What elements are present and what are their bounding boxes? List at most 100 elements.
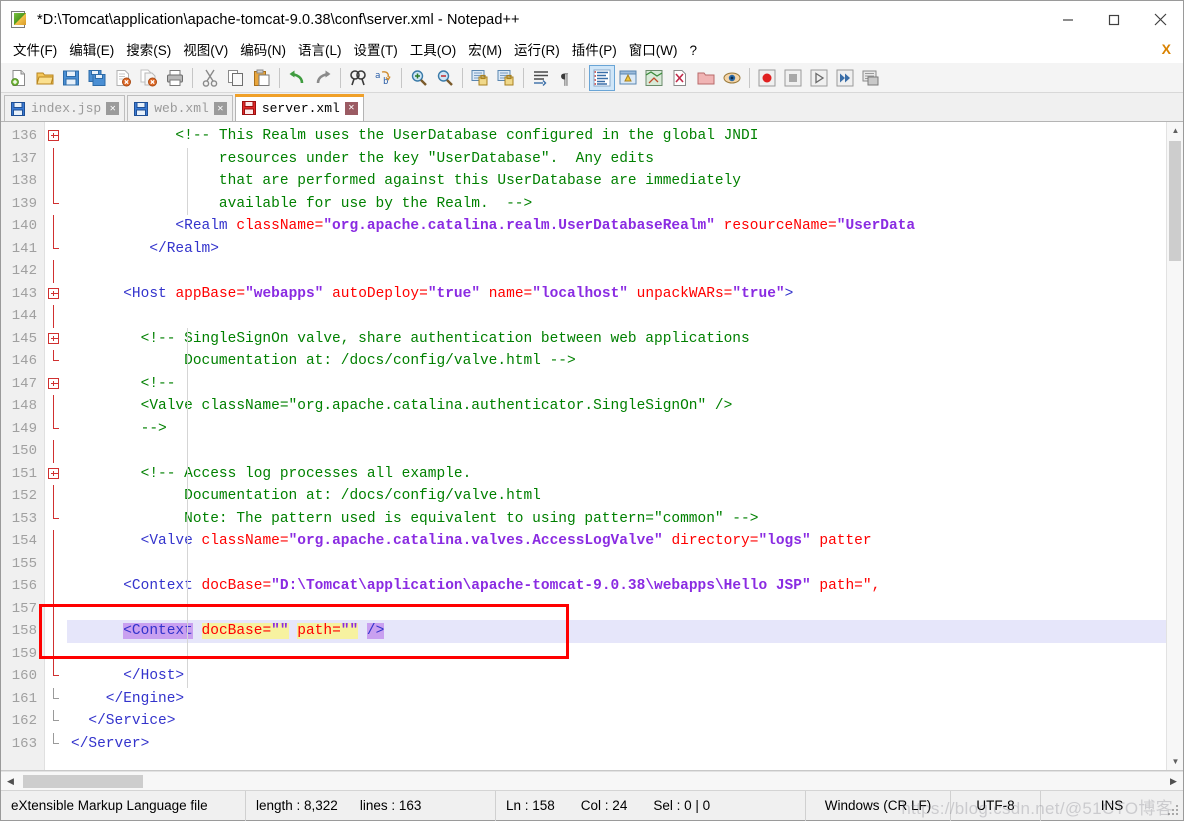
tab-web-xml[interactable]: web.xml ✕	[127, 95, 233, 121]
code-line[interactable]: </Engine>	[67, 688, 1183, 711]
playback-macro-icon[interactable]	[806, 65, 832, 91]
maximize-icon[interactable]	[1091, 1, 1137, 38]
record-macro-icon[interactable]	[754, 65, 780, 91]
menu-macro[interactable]: 宏(M)	[462, 40, 508, 61]
code-line-current[interactable]: <Context docBase="" path="" />	[67, 620, 1183, 643]
code-line[interactable]: <Context docBase="D:\Tomcat\application\…	[67, 575, 1183, 598]
zoom-out-icon[interactable]	[432, 65, 458, 91]
code-line[interactable]: <!-- Access log processes all example.	[67, 462, 1183, 485]
code-line[interactable]: available for use by the Realm. -->	[67, 192, 1183, 215]
fold-marker[interactable]	[45, 283, 67, 306]
close-document-button[interactable]: X	[1162, 41, 1171, 57]
fold-marker[interactable]	[45, 328, 67, 351]
close-file-icon[interactable]	[110, 65, 136, 91]
menu-view[interactable]: 视图(V)	[177, 40, 234, 61]
scroll-up-icon[interactable]: ▲	[1167, 122, 1183, 139]
code-line[interactable]: <Host appBase="webapps" autoDeploy="true…	[67, 283, 1183, 306]
close-tab-icon[interactable]: ✕	[106, 102, 120, 115]
code-line[interactable]: <Realm className="org.apache.catalina.re…	[67, 215, 1183, 238]
code-line[interactable]: <!-- SingleSignOn valve, share authentic…	[67, 327, 1183, 350]
menu-window[interactable]: 窗口(W)	[623, 40, 684, 61]
menu-search[interactable]: 搜索(S)	[120, 40, 177, 61]
horizontal-scroll-thumb[interactable]	[23, 774, 143, 788]
status-insert-mode[interactable]: INS	[1041, 791, 1183, 821]
code-line[interactable]	[67, 642, 1183, 665]
code-line[interactable]	[67, 305, 1183, 328]
cut-icon[interactable]	[197, 65, 223, 91]
new-file-icon[interactable]	[6, 65, 32, 91]
code-line[interactable]: </Service>	[67, 710, 1183, 733]
status-encoding[interactable]: UTF-8	[951, 790, 1041, 821]
zoom-in-icon[interactable]	[406, 65, 432, 91]
undo-icon[interactable]	[284, 65, 310, 91]
show-all-characters-icon[interactable]: ¶	[554, 65, 580, 91]
code-line[interactable]	[67, 552, 1183, 575]
code-line[interactable]: </Realm>	[67, 238, 1183, 261]
copy-icon[interactable]	[223, 65, 249, 91]
code-line[interactable]: <Valve className="org.apache.catalina.au…	[67, 395, 1183, 418]
code-line[interactable]: </Host>	[67, 665, 1183, 688]
menu-help[interactable]: ?	[683, 40, 703, 61]
word-wrap-icon[interactable]	[528, 65, 554, 91]
find-icon[interactable]	[345, 65, 371, 91]
close-icon[interactable]	[1137, 1, 1183, 38]
fold-marker[interactable]	[45, 373, 67, 396]
menu-file[interactable]: 文件(F)	[7, 40, 63, 61]
close-all-files-icon[interactable]	[136, 65, 162, 91]
tab-index-jsp[interactable]: index.jsp ✕	[4, 95, 126, 121]
scroll-right-icon[interactable]: ▶	[1164, 772, 1183, 791]
status-eol-format[interactable]: Windows (CR LF)	[806, 790, 951, 821]
close-tab-icon[interactable]: ✕	[213, 102, 227, 115]
scroll-left-icon[interactable]: ◀	[1, 772, 20, 791]
code-line[interactable]: </Server>	[67, 733, 1183, 756]
indent-guideline-icon[interactable]	[589, 64, 615, 91]
resize-grip-icon[interactable]	[1168, 805, 1180, 817]
user-defined-dialog-icon[interactable]	[615, 65, 641, 91]
document-map-icon[interactable]	[641, 65, 667, 91]
monitoring-icon[interactable]	[719, 65, 745, 91]
code-line[interactable]: -->	[67, 417, 1183, 440]
scroll-down-icon[interactable]: ▼	[1167, 753, 1183, 770]
code-line[interactable]: that are performed against this UserData…	[67, 170, 1183, 193]
redo-icon[interactable]	[310, 65, 336, 91]
menu-encoding[interactable]: 编码(N)	[234, 40, 292, 61]
menu-plugins[interactable]: 插件(P)	[566, 40, 623, 61]
code-line[interactable]: <Valve className="org.apache.catalina.va…	[67, 530, 1183, 553]
function-list-icon[interactable]	[667, 65, 693, 91]
vertical-scroll-thumb[interactable]	[1169, 141, 1181, 261]
save-icon[interactable]	[58, 65, 84, 91]
horizontal-scrollbar[interactable]: ◀ ▶	[1, 771, 1183, 790]
run-macro-multiple-icon[interactable]	[832, 65, 858, 91]
print-icon[interactable]	[162, 65, 188, 91]
replace-icon[interactable]: ab	[371, 65, 397, 91]
code-line[interactable]: Documentation at: /docs/config/valve.htm…	[67, 485, 1183, 508]
folder-as-workspace-icon[interactable]	[693, 65, 719, 91]
code-line[interactable]: <!-- This Realm uses the UserDatabase co…	[67, 125, 1183, 148]
minimize-icon[interactable]	[1045, 1, 1091, 38]
menu-tools[interactable]: 工具(O)	[404, 40, 463, 61]
sync-vertical-scroll-icon[interactable]	[467, 65, 493, 91]
menu-edit[interactable]: 编辑(E)	[63, 40, 120, 61]
code-line[interactable]	[67, 597, 1183, 620]
code-line[interactable]: Note: The pattern used is equivalent to …	[67, 507, 1183, 530]
open-file-icon[interactable]	[32, 65, 58, 91]
menu-run[interactable]: 运行(R)	[508, 40, 566, 61]
tab-server-xml[interactable]: server.xml ✕	[234, 94, 364, 121]
code-folding-margin[interactable]	[45, 122, 67, 770]
stop-recording-icon[interactable]	[780, 65, 806, 91]
code-text-area[interactable]: <!-- This Realm uses the UserDatabase co…	[67, 122, 1183, 770]
code-line[interactable]: resources under the key "UserDatabase". …	[67, 147, 1183, 170]
code-line[interactable]: Documentation at: /docs/config/valve.htm…	[67, 350, 1183, 373]
save-macro-icon[interactable]	[858, 65, 884, 91]
fold-marker[interactable]	[45, 125, 67, 148]
save-all-icon[interactable]	[84, 65, 110, 91]
code-line[interactable]	[67, 260, 1183, 283]
paste-icon[interactable]	[249, 65, 275, 91]
code-line[interactable]	[67, 440, 1183, 463]
menu-settings[interactable]: 设置(T)	[348, 40, 404, 61]
sync-horizontal-scroll-icon[interactable]	[493, 65, 519, 91]
fold-marker[interactable]	[45, 463, 67, 486]
code-line[interactable]: <!--	[67, 372, 1183, 395]
vertical-scrollbar[interactable]: ▲ ▼	[1166, 122, 1183, 770]
close-tab-icon[interactable]: ✕	[344, 101, 358, 115]
